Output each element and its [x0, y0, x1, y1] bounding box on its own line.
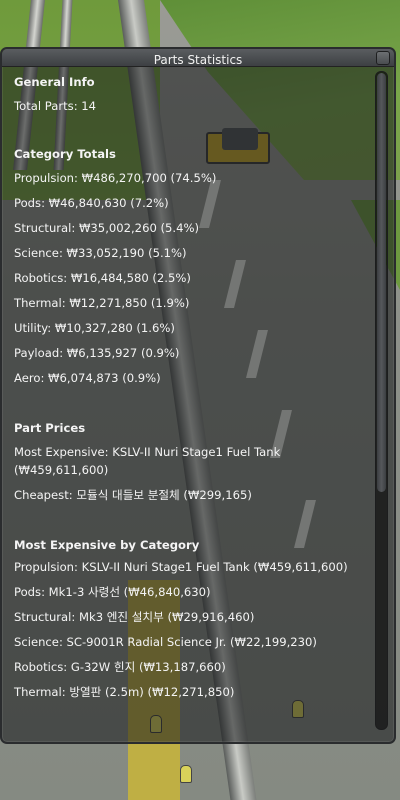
category-total-robotics: Robotics: ₩16,484,580 (2.5%) — [14, 271, 191, 285]
vertical-scrollbar[interactable] — [375, 71, 388, 730]
kerbal-character — [180, 765, 192, 783]
window-title: Parts Statistics — [153, 53, 243, 67]
category-total-payload: Payload: ₩6,135,927 (0.9%) — [14, 346, 180, 360]
category-totals-list: Propulsion: ₩486,270,700 (74.5%) Pods: ₩… — [14, 169, 364, 387]
category-total-science: Science: ₩33,052,190 (5.1%) — [14, 246, 187, 260]
category-total-thermal: Thermal: ₩12,271,850 (1.9%) — [14, 296, 190, 310]
close-button[interactable] — [376, 51, 390, 65]
most-expensive-science: Science: SC-9001R Radial Science Jr. (₩2… — [14, 635, 317, 649]
general-info-heading: General Info — [14, 75, 95, 89]
scrollbar-thumb[interactable] — [377, 73, 386, 492]
total-parts-text: Total Parts: 14 — [14, 99, 97, 113]
part-prices-heading: Part Prices — [14, 421, 86, 435]
category-totals-heading: Category Totals — [14, 147, 116, 161]
category-total-pods: Pods: ₩46,840,630 (7.2%) — [14, 196, 169, 210]
most-expensive-by-category-heading: Most Expensive by Category — [14, 538, 200, 552]
cheapest-part-text: Cheapest: 모듈식 대들보 분절체 (₩299,165) — [14, 488, 252, 502]
stats-content: General Info Total Parts: 14 Category To… — [14, 67, 364, 734]
most-expensive-part-text: Most Expensive: KSLV-II Nuri Stage1 Fuel… — [14, 445, 281, 477]
parts-statistics-window[interactable]: Parts Statistics General Info Total Part… — [0, 47, 396, 744]
category-total-structural: Structural: ₩35,002,260 (5.4%) — [14, 221, 200, 235]
most-expensive-robotics: Robotics: G-32W 힌지 (₩13,187,660) — [14, 660, 226, 674]
most-expensive-structural: Structural: Mk3 엔진 설치부 (₩29,916,460) — [14, 610, 255, 624]
most-expensive-by-category-list: Propulsion: KSLV-II Nuri Stage1 Fuel Tan… — [14, 558, 364, 701]
most-expensive-propulsion: Propulsion: KSLV-II Nuri Stage1 Fuel Tan… — [14, 560, 348, 574]
category-total-propulsion: Propulsion: ₩486,270,700 (74.5%) — [14, 171, 217, 185]
window-titlebar[interactable]: Parts Statistics — [2, 49, 394, 67]
category-total-utility: Utility: ₩10,327,280 (1.6%) — [14, 321, 175, 335]
most-expensive-thermal: Thermal: 방열판 (2.5m) (₩12,271,850) — [14, 685, 235, 699]
most-expensive-pods: Pods: Mk1-3 사령선 (₩46,840,630) — [14, 585, 211, 599]
category-total-aero: Aero: ₩6,074,873 (0.9%) — [14, 371, 161, 385]
